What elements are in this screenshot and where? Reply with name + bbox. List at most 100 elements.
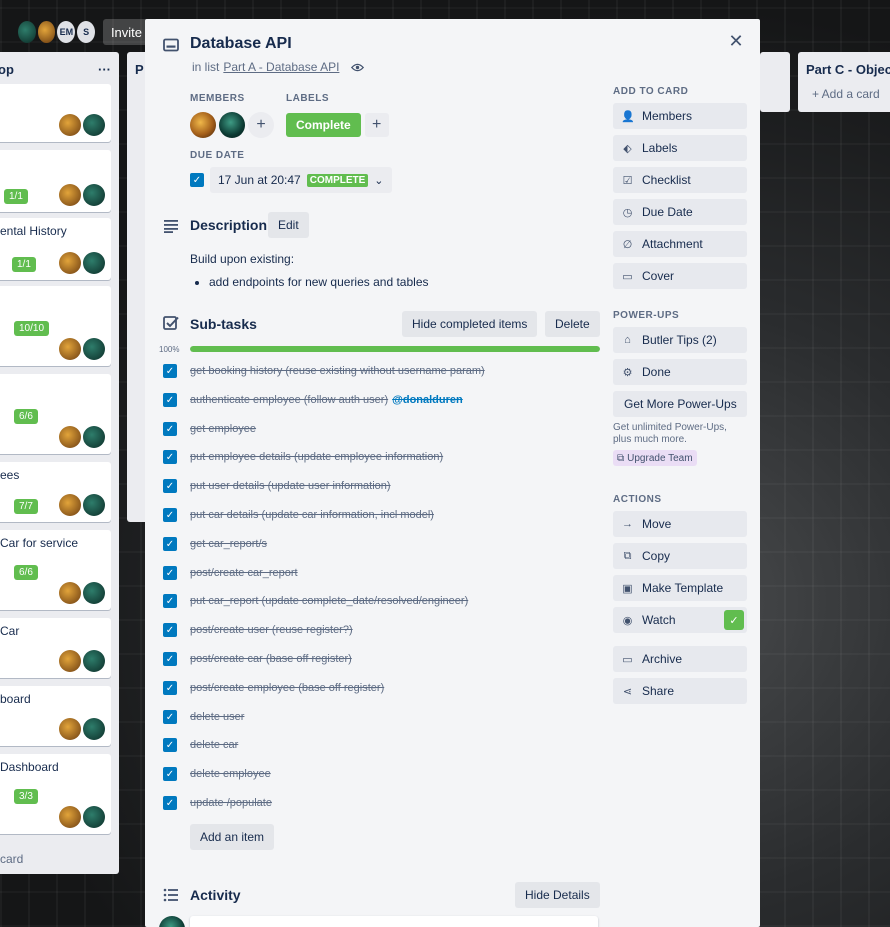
checklist-item-text[interactable]: get car_report/s — [190, 538, 267, 550]
checklist-item-checkbox[interactable]: ✓ — [163, 537, 177, 551]
checklist-item-checkbox[interactable]: ✓ — [163, 364, 177, 378]
checklist-item[interactable]: ✓ delete employee — [163, 764, 271, 784]
list-card[interactable]: Car for service 6/6 — [0, 530, 111, 610]
card-title[interactable]: Database API — [190, 35, 292, 53]
list-card[interactable]: 10/10 — [0, 286, 111, 366]
list-card[interactable]: ees 7/7 — [0, 462, 111, 522]
avatar[interactable] — [190, 112, 216, 138]
checklist-item-text[interactable]: put car details (update car information,… — [190, 509, 434, 521]
checklist-item[interactable]: ✓ get booking history (reuse existing wit… — [163, 361, 485, 381]
checklist-item[interactable]: ✓ put employee details (update employee i… — [163, 447, 443, 467]
get-more-powerups-button[interactable]: Get More Power-Ups — [613, 391, 747, 417]
move-button[interactable]: → Move — [613, 511, 747, 537]
checklist-item[interactable]: ✓ get employee — [163, 419, 256, 439]
butler-tips-2-button[interactable]: ⌂ Butler Tips (2) — [613, 327, 747, 353]
checklist-item-checkbox[interactable]: ✓ — [163, 796, 177, 810]
attachment-button[interactable]: ∅ Attachment — [613, 231, 747, 257]
list-card[interactable]: 1/1 — [0, 150, 111, 212]
members-button[interactable]: 👤 Members — [613, 103, 747, 129]
checklist-item-text[interactable]: post/create car_report — [190, 567, 298, 579]
checklist-item[interactable]: ✓ put user details (update user informati… — [163, 476, 391, 496]
checklist-item-text[interactable]: get booking history (reuse existing with… — [190, 365, 485, 377]
due-date-button[interactable]: 17 Jun at 20:47 COMPLETE ⌄ — [210, 167, 392, 193]
avatar[interactable] — [219, 112, 245, 138]
checklist-item-checkbox[interactable]: ✓ — [163, 623, 177, 637]
checklist-item[interactable]: ✓ authenticate employee (follow auth user… — [163, 390, 463, 410]
checklist-item[interactable]: ✓ get car_report/s — [163, 534, 267, 554]
checklist-item[interactable]: ✓ put car details (update car information… — [163, 505, 434, 525]
checklist-item-checkbox[interactable]: ✓ — [163, 594, 177, 608]
checklist-item-checkbox[interactable]: ✓ — [163, 652, 177, 666]
checklist-item-text[interactable]: delete car — [190, 739, 238, 751]
checklist-item[interactable]: ✓ delete user — [163, 707, 244, 727]
add-item-button[interactable]: Add an item — [190, 824, 275, 850]
comment-input[interactable] — [190, 916, 598, 927]
list-card[interactable] — [0, 84, 111, 142]
list-card[interactable]: 6/6 — [0, 374, 111, 454]
checklist-item-text[interactable]: post/create user (reuse register?) — [190, 624, 353, 636]
list-menu-icon[interactable]: ··· — [98, 62, 111, 77]
description-body[interactable]: Build upon existing: add endpoints for n… — [190, 248, 429, 294]
checklist-item-checkbox[interactable]: ✓ — [163, 508, 177, 522]
member-avatar[interactable] — [37, 21, 56, 43]
share-button[interactable]: ⋖ Share — [613, 678, 747, 704]
close-icon[interactable]: ✕ — [724, 29, 748, 53]
member-avatar-em[interactable]: EM — [57, 21, 76, 43]
add-label-button[interactable]: + — [364, 113, 389, 137]
checklist-item-text[interactable]: put user details (update user informatio… — [190, 480, 391, 492]
checklist-item-checkbox[interactable]: ✓ — [163, 450, 177, 464]
list-card[interactable]: ental History 1/1 — [0, 218, 111, 280]
checklist-item-checkbox[interactable]: ✓ — [163, 422, 177, 436]
labels-button[interactable]: ⬖ Labels — [613, 135, 747, 161]
hide-details-button[interactable]: Hide Details — [515, 882, 600, 908]
checklist-item-text[interactable]: post/create car (base off register) — [190, 653, 352, 665]
checklist-item-checkbox[interactable]: ✓ — [163, 566, 177, 580]
checklist-item[interactable]: ✓ delete car — [163, 735, 238, 755]
checklist-item-checkbox[interactable]: ✓ — [163, 681, 177, 695]
hide-completed-button[interactable]: Hide completed items — [402, 311, 538, 337]
checklist-button[interactable]: ☑ Checklist — [613, 167, 747, 193]
subtasks-title[interactable]: Sub-tasks — [190, 316, 257, 332]
cover-button[interactable]: ▭ Cover — [613, 263, 747, 289]
checklist-item[interactable]: ✓ post/create car_report — [163, 563, 298, 583]
invite-button[interactable]: Invite — [102, 19, 151, 45]
checklist-item-checkbox[interactable]: ✓ — [163, 479, 177, 493]
upgrade-team-button[interactable]: ⧉ Upgrade Team — [613, 450, 697, 466]
edit-description-button[interactable]: Edit — [268, 212, 309, 238]
add-card-link[interactable]: card — [0, 852, 23, 866]
checklist-item[interactable]: ✓ post/create user (reuse register?) — [163, 620, 353, 640]
list-card[interactable]: board — [0, 686, 111, 746]
archive-button[interactable]: ▭ Archive — [613, 646, 747, 672]
checklist-item-text[interactable]: post/create employee (base off register) — [190, 682, 384, 694]
user-mention[interactable]: @donalduren — [392, 394, 463, 406]
member-avatar[interactable] — [18, 21, 36, 43]
done-button[interactable]: ⚙ Done — [613, 359, 747, 385]
delete-checklist-button[interactable]: Delete — [545, 311, 600, 337]
checklist-item-checkbox[interactable]: ✓ — [163, 710, 177, 724]
checklist-item-text[interactable]: update /populate — [190, 797, 272, 809]
watch-button[interactable]: ◉ Watch ✓ — [613, 607, 747, 633]
checklist-item-checkbox[interactable]: ✓ — [163, 767, 177, 781]
due-date-button[interactable]: ◷ Due Date — [613, 199, 747, 225]
add-card-button[interactable]: + Add a card — [798, 87, 890, 101]
list-link[interactable]: Part A - Database API — [223, 60, 339, 74]
checklist-item[interactable]: ✓ update /populate — [163, 793, 272, 813]
checklist-item-text[interactable]: get employee — [190, 423, 256, 435]
checklist-item-checkbox[interactable]: ✓ — [163, 738, 177, 752]
member-avatar-s[interactable]: S — [77, 21, 95, 43]
checklist-item[interactable]: ✓ post/create employee (base off register… — [163, 678, 384, 698]
due-complete-checkbox[interactable]: ✓ — [190, 173, 204, 187]
checklist-item-checkbox[interactable]: ✓ — [163, 393, 177, 407]
checklist-item[interactable]: ✓ post/create car (base off register) — [163, 649, 352, 669]
checklist-item-text[interactable]: delete employee — [190, 768, 271, 780]
list-card[interactable]: Dashboard 3/3 — [0, 754, 111, 834]
copy-button[interactable]: ⧉ Copy — [613, 543, 747, 569]
add-member-button[interactable]: + — [248, 112, 274, 138]
checklist-item-text[interactable]: authenticate employee (follow auth user) — [190, 394, 388, 406]
list-card[interactable]: Car — [0, 618, 111, 678]
checklist-item-text[interactable]: put employee details (update employee in… — [190, 451, 443, 463]
label-complete[interactable]: Complete — [286, 113, 361, 137]
checklist-item-text[interactable]: delete user — [190, 711, 244, 723]
checklist-item[interactable]: ✓ put car_report (update complete_date/re… — [163, 591, 468, 611]
make-template-button[interactable]: ▣ Make Template — [613, 575, 747, 601]
